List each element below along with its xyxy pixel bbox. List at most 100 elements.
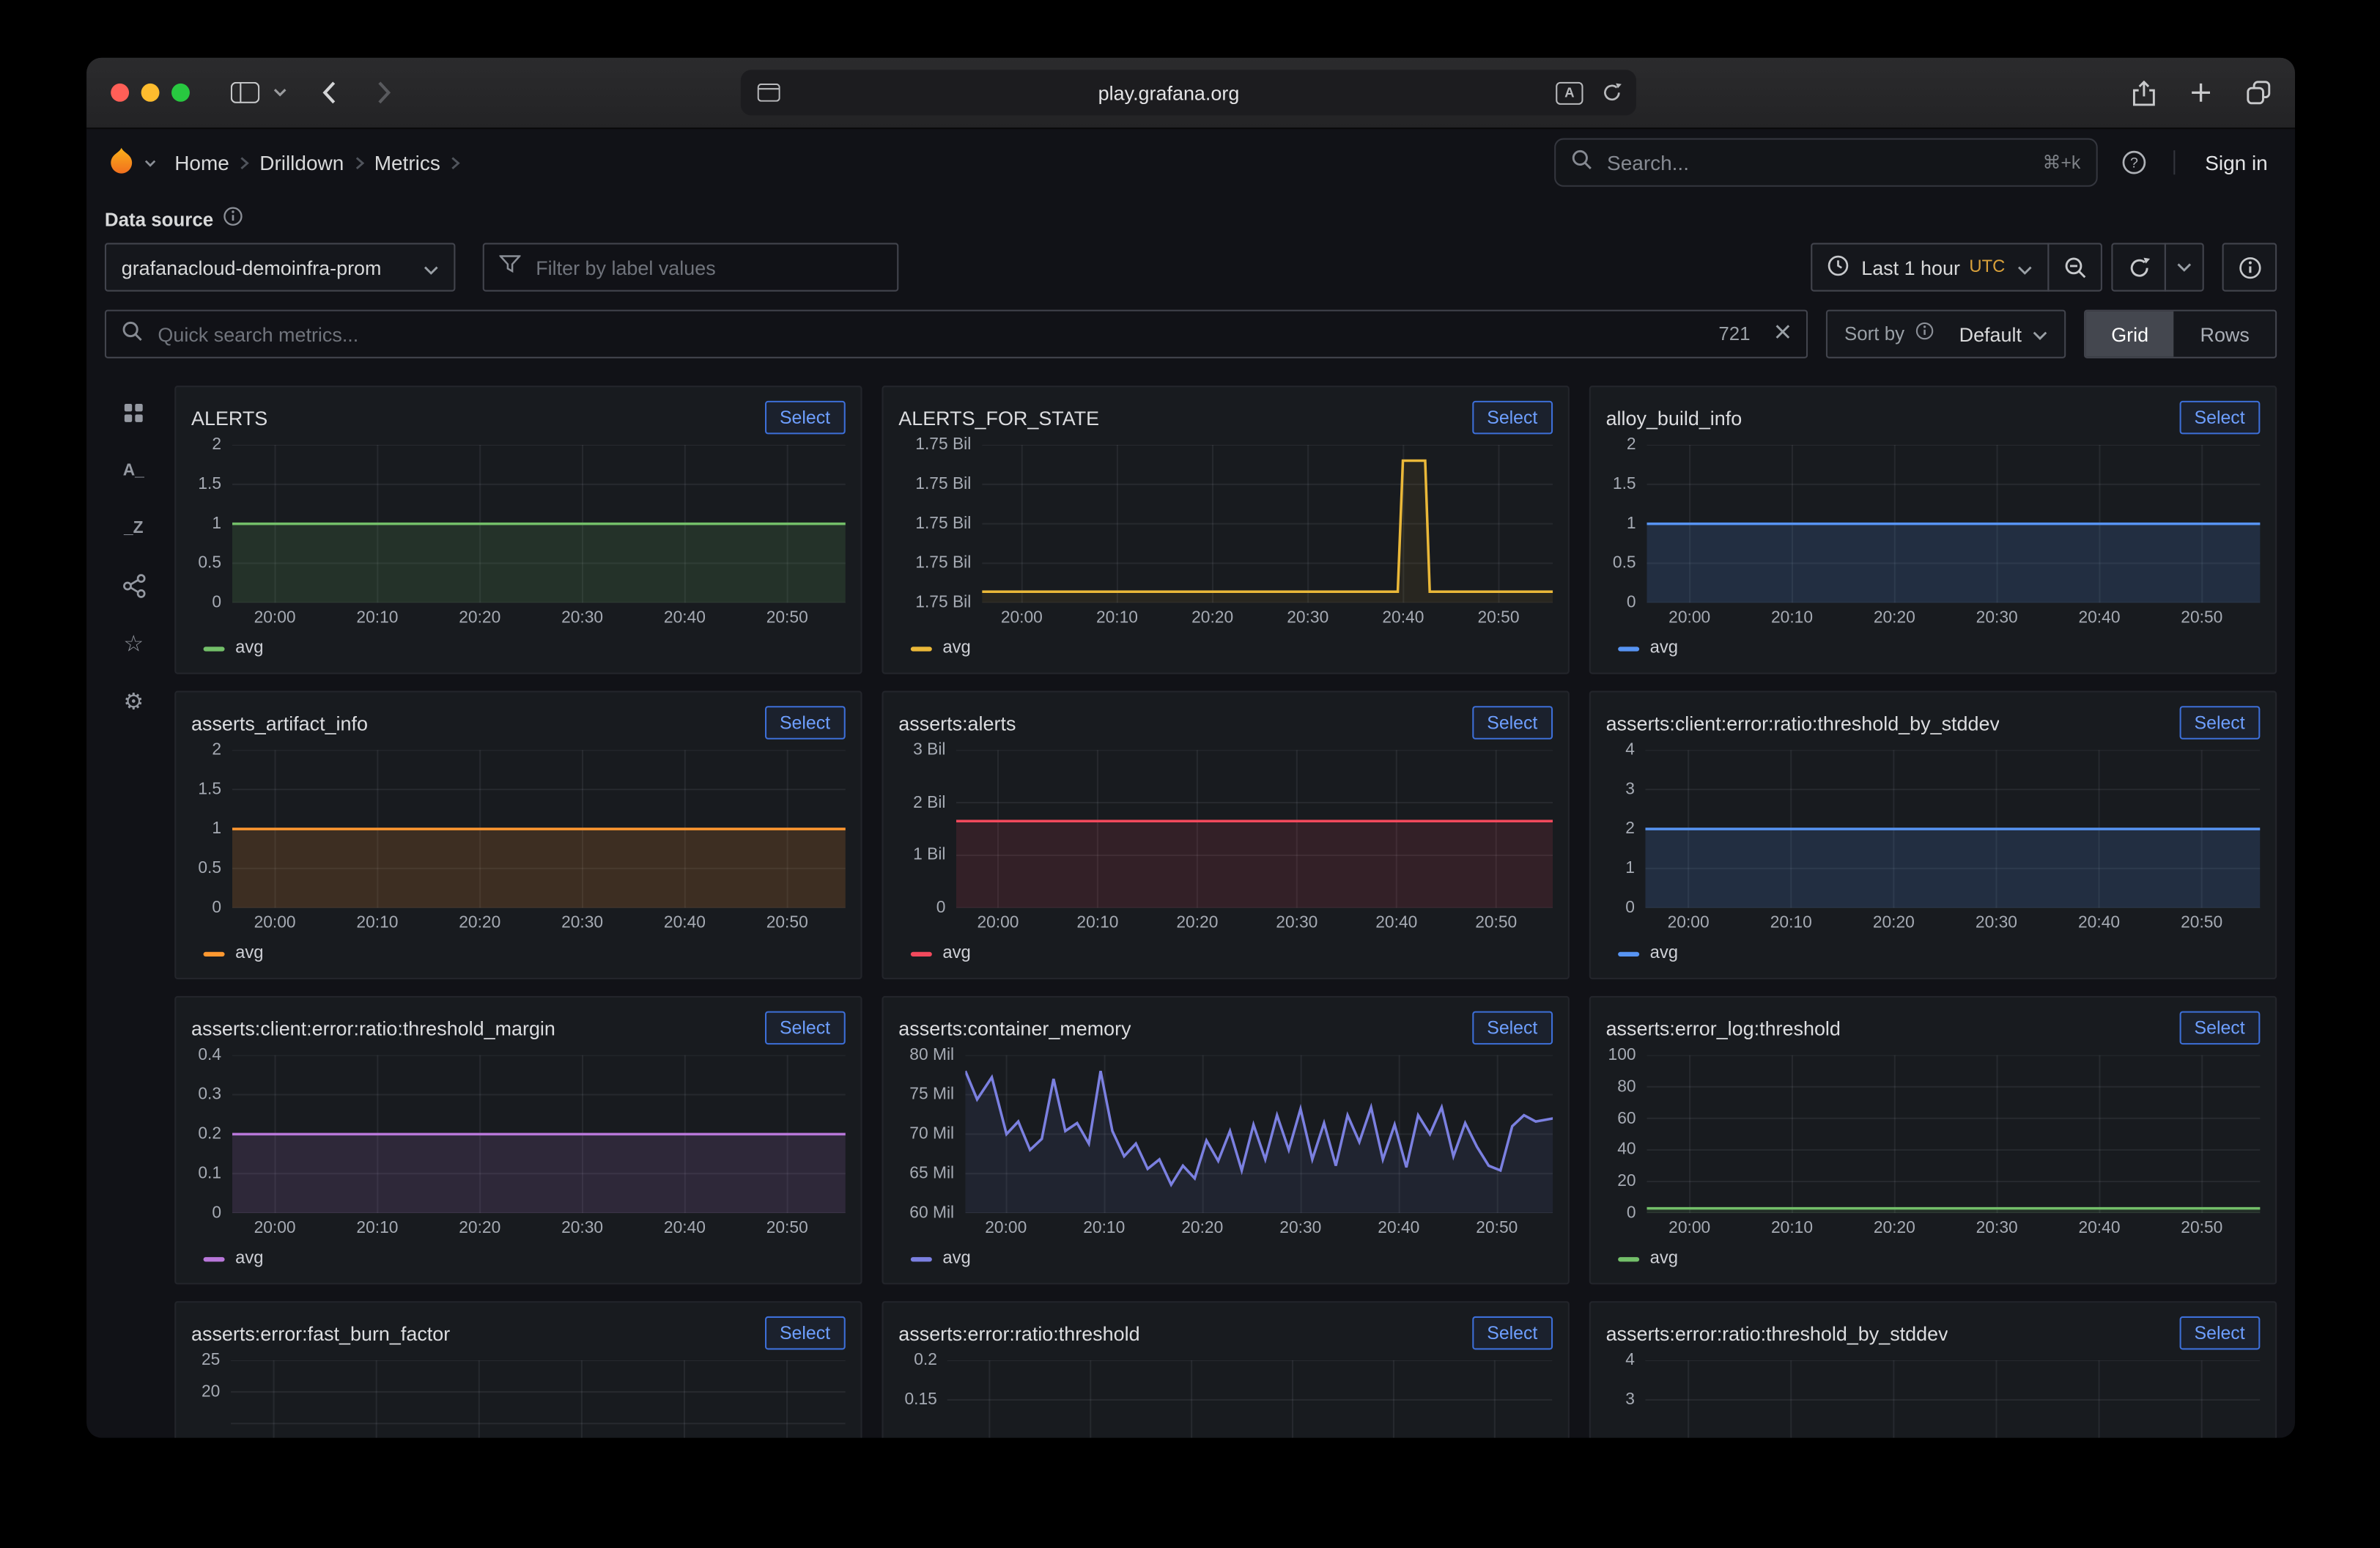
panel-legend: avg (898, 639, 1553, 657)
new-tab-icon[interactable] (2180, 71, 2222, 114)
panel-select-button[interactable]: Select (764, 401, 846, 435)
tabs-overview-icon[interactable] (2237, 71, 2280, 114)
chart-plot[interactable] (231, 1360, 846, 1438)
panel-header: asserts:error_log:threshold Select (1606, 1010, 2261, 1047)
label-filter[interactable] (483, 243, 899, 291)
breadcrumb-metrics[interactable]: Metrics (374, 151, 440, 174)
desktop: play.grafana.org A (0, 0, 2380, 1548)
quick-search-input[interactable] (155, 321, 1707, 347)
panel-title: asserts:client:error:ratio:threshold_by_… (1606, 711, 2000, 734)
panel-select-button[interactable]: Select (764, 1316, 846, 1350)
panel-info-icon[interactable] (2222, 243, 2277, 291)
help-icon[interactable]: ? (2113, 141, 2155, 184)
clear-icon[interactable] (1775, 320, 1792, 347)
forward-icon[interactable] (363, 71, 405, 114)
panel-chart: 1.75 Bil1.75 Bil1.75 Bil1.75 Bil1.75 Bil (898, 445, 1553, 602)
refresh-icon[interactable] (2111, 243, 2166, 291)
refresh-interval-chevron[interactable] (2165, 243, 2204, 291)
legend-swatch (204, 646, 225, 650)
global-search[interactable]: ⌘+k (1554, 139, 2098, 187)
sidebar-chevron-icon[interactable] (266, 71, 293, 114)
breadcrumb-home[interactable]: Home (174, 151, 229, 174)
grafana-logo[interactable] (105, 146, 138, 180)
panel-header: ALERTS Select (191, 399, 846, 436)
panel-select-button[interactable]: Select (2179, 1316, 2261, 1350)
panel-select-button[interactable]: Select (2179, 706, 2261, 740)
star-icon[interactable]: ☆ (117, 627, 151, 661)
legend-label[interactable]: avg (235, 944, 263, 962)
info-icon[interactable] (223, 207, 243, 234)
legend-swatch (911, 646, 932, 650)
search-input[interactable] (1604, 150, 2030, 175)
zoom-out-icon[interactable] (2047, 243, 2102, 291)
page-icon[interactable] (747, 71, 789, 114)
chart-plot[interactable] (1647, 1055, 2260, 1213)
view-toggle-grid[interactable]: Grid (2085, 312, 2174, 357)
quick-search[interactable]: 721 (105, 310, 1808, 358)
org-chevron-icon[interactable] (138, 141, 163, 184)
panel-select-button[interactable]: Select (1472, 1316, 1553, 1350)
metric-panel: asserts:alerts Select 3 Bil2 Bil1 Bil0 2… (882, 691, 1570, 980)
time-range-picker[interactable]: Last 1 hour UTC (1811, 243, 2050, 291)
panel-select-button[interactable]: Select (1472, 1011, 1553, 1045)
y-axis: 21.510.50 (191, 445, 232, 602)
chevron-down-icon (424, 256, 439, 279)
chart-plot[interactable] (232, 750, 846, 907)
panel-select-button[interactable]: Select (1472, 401, 1553, 435)
panel-chart: 0.40.30.20.10 (191, 1055, 846, 1213)
zoom-window-button[interactable] (171, 84, 190, 102)
breadcrumb-sep-icon (355, 155, 363, 169)
legend-label[interactable]: avg (1650, 639, 1678, 657)
panel-select-button[interactable]: Select (2179, 1011, 2261, 1045)
legend-swatch (204, 951, 225, 956)
panel-chart: 3 Bil2 Bil1 Bil0 (898, 750, 1553, 907)
share-network-icon[interactable] (117, 570, 151, 603)
y-axis: 0.20.15 (898, 1360, 947, 1438)
panel-select-button[interactable]: Select (2179, 401, 2261, 435)
minimize-window-button[interactable] (141, 84, 160, 102)
panel-chart: 43 (1606, 1360, 2261, 1438)
panel-title: asserts:container_memory (898, 1017, 1131, 1039)
panel-legend: avg (191, 1250, 846, 1268)
legend-label[interactable]: avg (235, 1250, 263, 1268)
close-window-button[interactable] (111, 84, 129, 102)
chevron-down-icon (2032, 320, 2047, 347)
sidebar-toggle-icon[interactable] (223, 71, 266, 114)
chart-plot[interactable] (947, 1360, 1553, 1438)
sort-az-icon[interactable]: A_ (117, 454, 151, 487)
chart-plot[interactable] (1645, 1360, 2260, 1438)
sort-za-icon[interactable]: _Z (117, 512, 151, 545)
translate-icon[interactable]: A (1548, 71, 1591, 114)
address-bar[interactable]: play.grafana.org A (741, 70, 1636, 115)
sign-in-button[interactable]: Sign in (2196, 150, 2277, 175)
reload-icon[interactable] (1591, 71, 1633, 114)
panel-select-button[interactable]: Select (1472, 706, 1553, 740)
panel-select-button[interactable]: Select (764, 1011, 846, 1045)
chart-plot[interactable] (232, 1055, 846, 1213)
view-toggle-rows[interactable]: Rows (2174, 312, 2275, 357)
share-icon[interactable] (2122, 71, 2165, 114)
legend-label[interactable]: avg (942, 639, 970, 657)
back-icon[interactable] (308, 71, 351, 114)
chart-plot[interactable] (232, 445, 846, 602)
panel-title: asserts:error_log:threshold (1606, 1017, 1841, 1039)
sort-by-picker[interactable]: Sort by Default (1826, 310, 2066, 358)
legend-label[interactable]: avg (1650, 944, 1678, 962)
breadcrumb-drilldown[interactable]: Drilldown (259, 151, 344, 174)
settings-icon[interactable]: ⚙ (117, 685, 151, 718)
legend-label[interactable]: avg (942, 1250, 970, 1268)
panel-select-button[interactable]: Select (764, 706, 846, 740)
chart-plot[interactable] (982, 445, 1553, 602)
chart-plot[interactable] (956, 750, 1553, 907)
legend-label[interactable]: avg (235, 639, 263, 657)
chart-plot[interactable] (1645, 750, 2260, 907)
legend-label[interactable]: avg (942, 944, 970, 962)
legend-label[interactable]: avg (1650, 1250, 1678, 1268)
label-filter-input[interactable] (533, 254, 882, 280)
panel-legend: avg (898, 944, 1553, 962)
grid-layout-icon[interactable] (117, 397, 151, 430)
chart-plot[interactable] (1647, 445, 2260, 602)
panel-header: asserts:alerts Select (898, 704, 1553, 741)
chart-plot[interactable] (965, 1055, 1553, 1213)
data-source-picker[interactable]: grafanacloud-demoinfra-prom (105, 243, 456, 291)
